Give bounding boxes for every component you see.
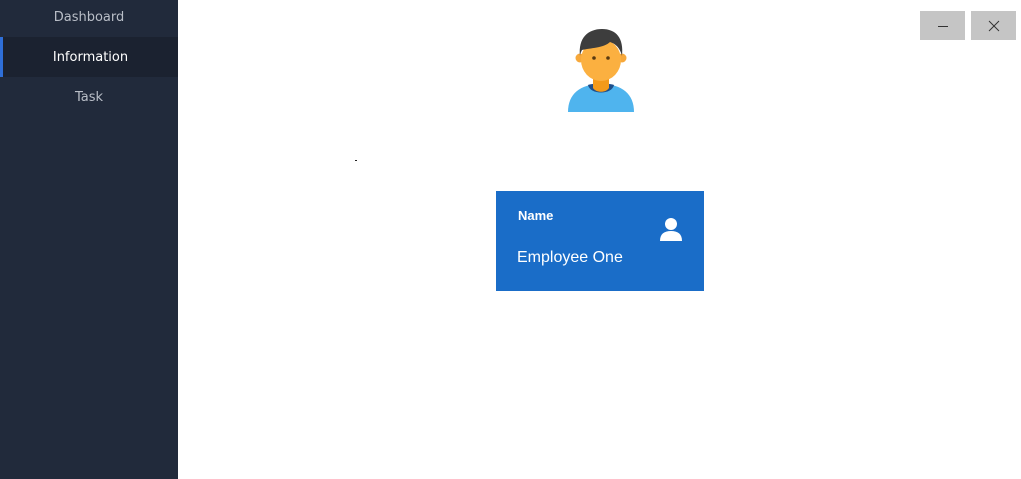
card-label: Name bbox=[518, 208, 554, 223]
sidebar-item-label: Task bbox=[74, 89, 104, 105]
sidebar-item-label: Information bbox=[52, 49, 129, 65]
sidebar-item-information[interactable]: Information bbox=[0, 37, 178, 77]
close-button[interactable] bbox=[971, 11, 1016, 40]
minimize-icon bbox=[937, 25, 948, 27]
sidebar-item-label: Dashboard bbox=[53, 9, 125, 25]
card-value: Employee One bbox=[517, 249, 623, 266]
info-card-name: Name Employee One bbox=[496, 191, 704, 291]
stray-mark bbox=[355, 160, 357, 161]
person-icon bbox=[660, 218, 682, 241]
minimize-button[interactable] bbox=[920, 11, 965, 40]
sidebar-item-dashboard[interactable]: Dashboard bbox=[0, 0, 178, 37]
main-content: Name Employee One bbox=[178, 0, 1021, 479]
sidebar: Dashboard Information Task bbox=[0, 0, 178, 479]
close-icon bbox=[988, 20, 999, 31]
app-window: Dashboard Information Task Name Employee… bbox=[0, 0, 1021, 479]
sidebar-item-task[interactable]: Task bbox=[0, 77, 178, 117]
user-avatar-icon bbox=[566, 28, 636, 112]
